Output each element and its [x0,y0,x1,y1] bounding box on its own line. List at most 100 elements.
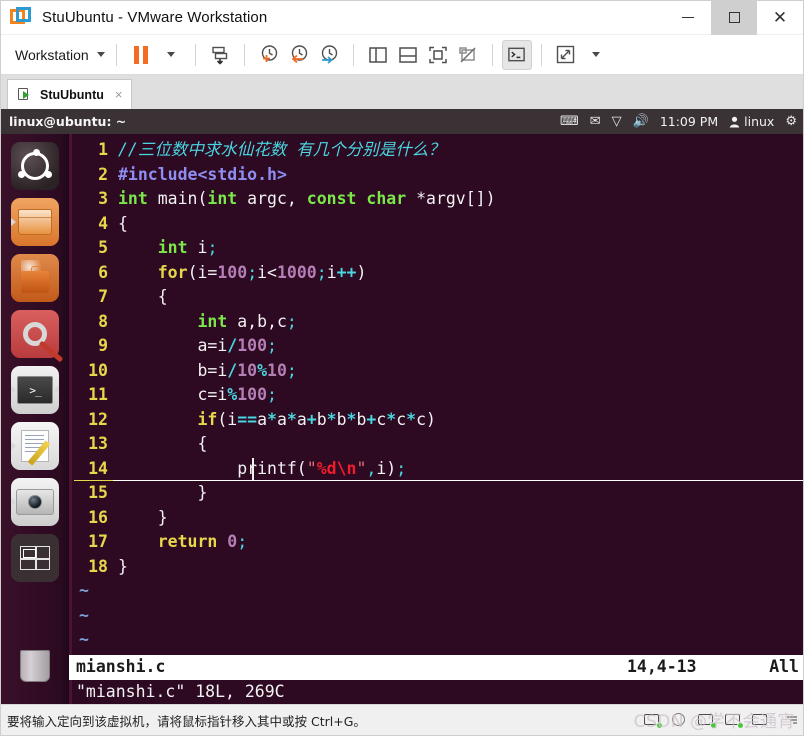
fullscreen-button[interactable] [551,40,581,70]
show-sidebar-button[interactable] [363,40,393,70]
code-token: } [118,556,128,576]
launcher-workspace-switcher[interactable] [11,534,59,582]
terminal-vim-view[interactable]: 1 //三位数中求水仙花数 有几个分别是什么？ 2 #include<stdio.h>… [69,134,803,704]
take-snapshot-button[interactable] [254,40,284,70]
code-token: i [326,262,337,282]
code-token: 10 [237,360,258,380]
vim-line-number: 3 [98,189,108,208]
status-hard-disk-icon[interactable] [644,713,663,729]
code-token: i< [257,262,277,282]
workstation-menu-label: Workstation [15,46,89,63]
vim-line: 1 //三位数中求水仙花数 有几个分别是什么？ [69,138,803,163]
status-network-icon[interactable] [698,713,717,729]
code-token: a=i [118,336,228,355]
ubuntu-desktop: >_ 1 //三位数中求水仙花数 有几个分别是什么？ 2 #include<stdio… [1,134,803,704]
code-token: c) [416,409,436,429]
vim-line-text: { [108,285,168,310]
code-token: int [118,189,148,208]
fullscreen-dropdown-button[interactable] [581,40,611,70]
code-token: % [227,385,238,404]
code-token: } [118,483,208,502]
launcher-trash[interactable] [11,642,59,690]
tab-close-icon[interactable]: × [115,87,123,102]
code-token: ; [207,238,218,257]
resize-grip-icon[interactable] [785,714,797,726]
minimize-button[interactable] [665,1,711,35]
code-token: ; [396,458,407,478]
vim-line-text: for(i=100;i<1000;i++) [108,261,367,286]
vim-line-number: 13 [88,434,108,453]
vmware-logo-icon [10,6,32,29]
toolbar-divider [540,43,542,66]
chevron-down-icon [591,52,600,57]
window-title: StuUbuntu - VMware Workstation [42,9,268,26]
console-toggle-button[interactable] [501,39,532,70]
snapshot-manager-icon [321,45,338,64]
vim-line-text: { [108,212,128,237]
main-toolbar: Workstation [1,35,803,75]
manage-vm-button[interactable] [205,40,235,70]
user-icon [729,116,740,127]
launcher-software-center[interactable] [11,254,59,302]
network-indicator-icon[interactable]: ▽ [612,115,622,128]
code-token: ; [247,262,258,282]
code-token: b [356,409,367,429]
code-token: int [197,311,228,331]
code-token: 0 [227,532,238,551]
launcher-files[interactable] [11,198,59,246]
vim-line: 2 #include<stdio.h> [69,163,803,188]
chevron-down-icon [166,52,175,57]
expand-arrows-icon [556,45,575,64]
power-gear-icon[interactable]: ⚙ [785,115,797,128]
keyboard-indicator-icon[interactable]: ⌨ [560,115,579,128]
power-dropdown-button[interactable] [156,40,186,70]
mail-indicator-icon[interactable]: ✉ [590,115,601,128]
vim-line-number: 8 [98,311,108,331]
tab-stuubuntu[interactable]: StuUbuntu × [7,79,133,109]
vim-line-text: c=i%100; [108,383,277,408]
vmware-workstation-window: StuUbuntu - VMware Workstation ✕ Worksta… [0,0,804,736]
code-token: const [306,189,357,208]
workstation-menu-button[interactable]: Workstation [11,47,107,63]
code-token: * [406,409,417,429]
vim-line: 3 int main(int argc, const char *argv[]) [69,187,803,212]
vim-empty-line: ~ [69,579,803,604]
fit-screen-icon [428,46,447,63]
terminal-icon [508,47,525,62]
revert-snapshot-button[interactable] [284,40,314,70]
toolbar-divider [491,43,493,66]
volume-indicator-icon[interactable]: 🔊 [633,115,649,128]
trash-icon [20,650,50,682]
code-token: (i= [187,262,218,282]
code-token: { [118,213,128,233]
vim-line: 16 } [69,506,803,531]
maximize-button[interactable] [711,0,757,35]
disable-preview-button[interactable] [453,40,483,70]
status-usb-icon[interactable] [725,713,744,729]
launcher-terminal[interactable]: >_ [11,366,59,414]
status-printer-icon[interactable] [752,713,770,727]
user-indicator[interactable]: linux [729,114,774,129]
show-console-view-button[interactable] [393,40,423,70]
status-cd-dvd-icon[interactable] [671,713,689,727]
snapshot-manager-button[interactable] [314,40,344,70]
code-token: * [326,409,337,429]
show-thumbnails-button[interactable] [423,40,453,70]
launcher-screenshot[interactable] [11,478,59,526]
clock-indicator[interactable]: 11:09 PM [660,114,718,129]
statusbar-device-icons [644,713,797,729]
code-token: for [157,262,188,282]
code-token: { [118,434,208,453]
vim-line: 6 for(i=100;i<1000;i++) [69,261,803,286]
user-label: linux [744,114,775,129]
vim-line-number: 11 [88,385,108,404]
launcher-dash[interactable] [11,142,59,190]
launcher-text-editor[interactable] [11,422,59,470]
launcher-system-settings[interactable] [11,310,64,363]
code-token: #include<stdio.h> [118,164,287,184]
code-token: 1000 [277,262,317,282]
close-button[interactable]: ✕ [757,1,803,35]
launcher-pip-active-icon [54,386,59,394]
ubuntu-panel-title: linux@ubuntu: ~ [9,114,127,129]
pause-vm-button[interactable] [126,40,156,70]
